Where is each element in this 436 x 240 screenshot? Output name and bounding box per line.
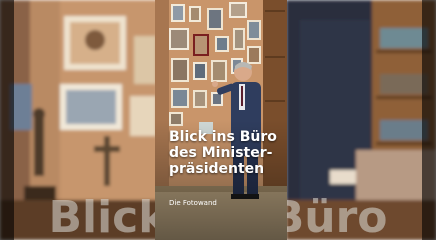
video-title: Blick ins Büro des Minister- präsidenten [169, 129, 285, 177]
video-title-line-3: präsidenten [169, 161, 265, 177]
video-title-line-2: des Minister- [169, 145, 273, 161]
video-frame: Blick ins Büro [0, 0, 436, 240]
video-subtitle: Die Fotowand [169, 199, 217, 207]
video-player[interactable]: Blick ins Büro des Minister- präsidenten… [155, 0, 287, 240]
video-title-line-1: Blick ins Büro [169, 129, 277, 145]
